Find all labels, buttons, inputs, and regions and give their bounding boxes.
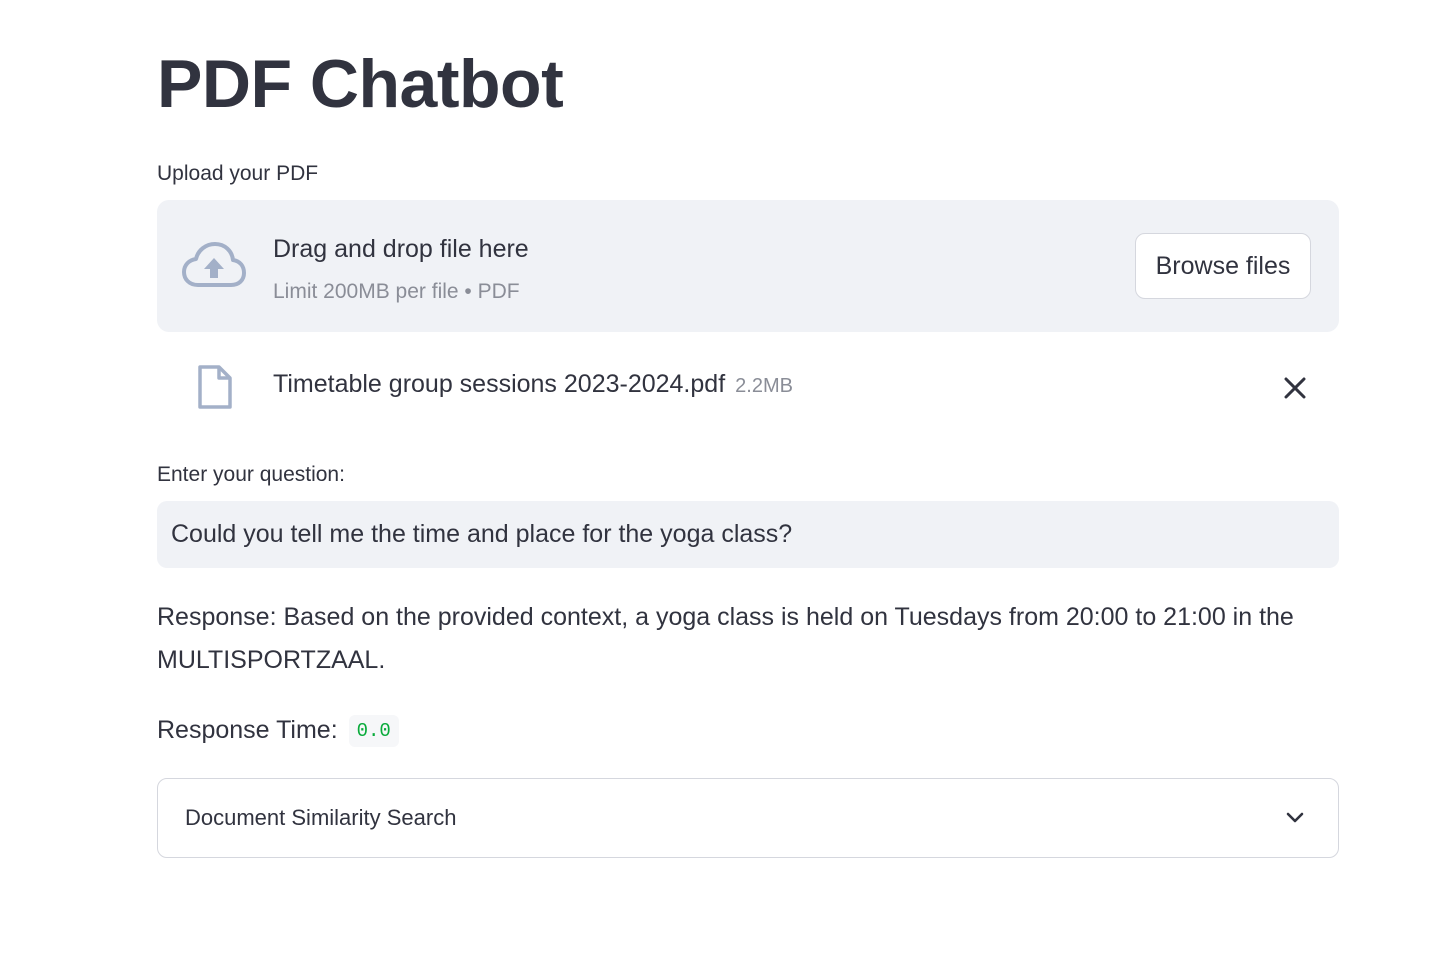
response-time-value: 0.0 <box>348 715 399 747</box>
document-similarity-expander[interactable]: Document Similarity Search <box>157 778 1339 858</box>
expander-label: Document Similarity Search <box>185 805 457 830</box>
upload-label: Upload your PDF <box>157 162 319 185</box>
response-text: Response: Based on the provided context,… <box>157 603 1294 674</box>
remove-file-button[interactable] <box>1277 370 1313 406</box>
file-icon <box>195 364 233 410</box>
dropzone-limit-text: Limit 200MB per file • PDF <box>273 280 520 303</box>
browse-files-button[interactable]: Browse files <box>1135 233 1311 299</box>
question-label: Enter your question: <box>157 463 345 486</box>
uploaded-file-name: Timetable group sessions 2023-2024.pdf <box>273 370 726 398</box>
uploaded-file-entry: Timetable group sessions 2023-2024.pdf 2.… <box>273 367 793 403</box>
close-icon <box>1277 377 1313 409</box>
uploaded-file-size: 2.2MB <box>735 375 793 397</box>
dropzone-title: Drag and drop file here <box>273 235 529 263</box>
response-time-label: Response Time: <box>157 716 338 744</box>
response-time: Response Time: 0.0 <box>157 712 399 748</box>
page-title: PDF Chatbot <box>157 46 564 122</box>
chevron-down-icon <box>1282 805 1308 831</box>
question-input[interactable] <box>157 501 1339 568</box>
cloud-upload-icon <box>182 242 246 290</box>
